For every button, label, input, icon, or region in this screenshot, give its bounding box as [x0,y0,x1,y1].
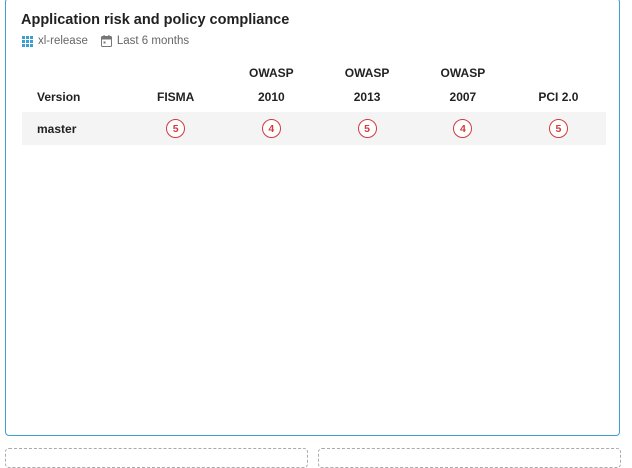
column-header-pci: PCI 2.0 [511,61,606,112]
compliance-tile: Application risk and policy compliance x… [5,0,620,436]
risk-count-badge[interactable]: 5 [166,119,186,138]
tile-meta: xl-release Last 6 months [22,34,202,48]
column-header-owasp-2013: OWASP 2013 [319,61,415,112]
grid-icon [22,35,33,47]
empty-tile-placeholder[interactable] [5,448,308,468]
value-cell: 5 [127,112,224,145]
risk-count-badge[interactable]: 4 [261,119,281,138]
value-cell: 5 [510,112,606,145]
application-name: xl-release [38,35,88,47]
tile-title: Application risk and policy compliance [21,12,290,28]
application-meta: xl-release [22,34,88,48]
column-header-line2: FISMA [156,90,195,104]
calendar-icon [100,35,112,47]
value-cell: 5 [319,112,415,145]
column-header-line1: OWASP [440,66,486,80]
column-header-line2: 2007 [449,90,477,104]
risk-count-badge[interactable]: 5 [548,119,568,138]
compliance-table: Version FISMA OWASP 2010 OWASP 2013 OWAS… [22,61,606,145]
empty-tile-placeholder[interactable] [318,448,621,468]
column-header-line2: 2013 [353,90,381,104]
column-header-line2: 2010 [257,90,285,104]
time-range-label: Last 6 months [116,35,190,47]
version-column-header: Version [37,90,81,104]
time-range-meta: Last 6 months [100,34,190,48]
risk-count-badge[interactable]: 5 [357,119,377,138]
value-cell: 4 [414,112,511,145]
version-cell: master [22,112,128,145]
column-header-fisma: FISMA [128,61,224,112]
column-header-line1: OWASP [344,66,390,80]
column-header-owasp-2007: OWASP 2007 [415,61,511,112]
table-row: master 5 4 5 4 5 [22,112,606,145]
risk-count-badge[interactable]: 4 [453,119,473,138]
column-header-owasp-2010: OWASP 2010 [223,61,319,112]
column-header-line1: OWASP [249,66,294,80]
table-header-row: Version FISMA OWASP 2010 OWASP 2013 OWAS… [22,61,606,112]
column-header-line2: PCI 2.0 [538,90,579,104]
value-cell: 4 [223,112,320,145]
